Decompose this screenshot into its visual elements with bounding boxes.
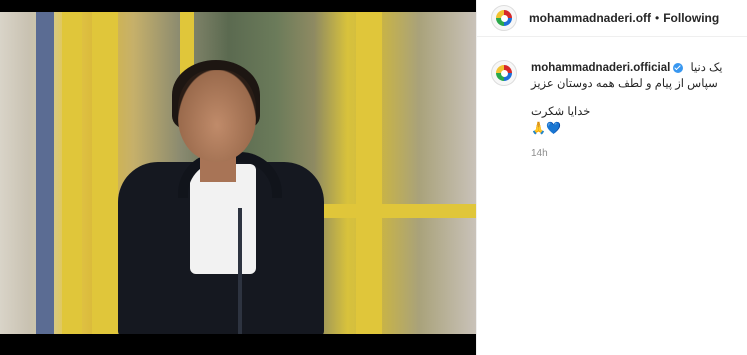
background-pole bbox=[318, 204, 476, 218]
caption-line-1: یک دنیا bbox=[690, 62, 723, 74]
caption-emojis: 🙏💙 bbox=[531, 121, 561, 135]
comment-timestamp[interactable]: 14h bbox=[531, 146, 723, 162]
background-post bbox=[36, 12, 54, 334]
author-username[interactable]: mohammadnaderi.off bbox=[529, 11, 651, 25]
logo-center bbox=[500, 69, 508, 77]
comment-avatar[interactable] bbox=[491, 60, 517, 86]
comment-username[interactable]: mohammadnaderi.official bbox=[531, 60, 684, 76]
comment-body: mohammadnaderi.official یک دنیا سپاس از … bbox=[531, 60, 723, 162]
caption-line-3: خدایا شکرت bbox=[531, 106, 591, 118]
post-media[interactable] bbox=[0, 0, 476, 355]
background-pole bbox=[356, 12, 382, 334]
post-photo[interactable] bbox=[0, 12, 476, 334]
author-avatar[interactable] bbox=[491, 5, 517, 31]
logo-center bbox=[500, 14, 508, 22]
header-separator: • bbox=[655, 11, 660, 25]
post-header: mohammadnaderi.off • Following bbox=[477, 0, 747, 37]
post-sidebar: mohammadnaderi.off • Following mohammadn… bbox=[476, 0, 747, 355]
caption-line-2: سپاس از پیام و لطف همه دوستان عزیز bbox=[531, 78, 718, 90]
person-zip bbox=[238, 208, 242, 334]
caption-comment: mohammadnaderi.official یک دنیا سپاس از … bbox=[491, 60, 736, 162]
comment-username-text[interactable]: mohammadnaderi.official bbox=[531, 60, 670, 76]
verified-badge-icon bbox=[673, 63, 684, 73]
following-button[interactable]: Following bbox=[663, 11, 719, 25]
background-pole bbox=[62, 12, 82, 334]
person-face bbox=[178, 70, 256, 162]
background-pole bbox=[92, 12, 118, 334]
